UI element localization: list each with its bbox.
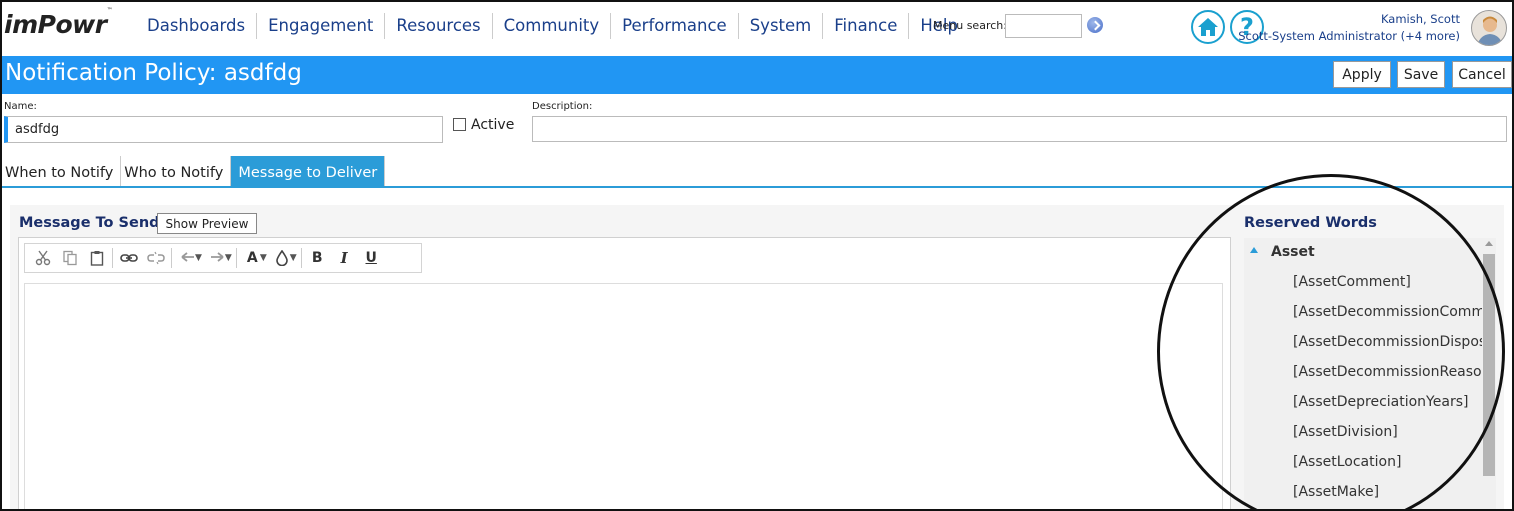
scroll-up-icon[interactable]	[1485, 241, 1493, 246]
apply-button[interactable]: Apply	[1333, 61, 1391, 88]
message-editor-body[interactable]	[24, 283, 1223, 509]
menu-search-input[interactable]	[1005, 14, 1082, 38]
top-navigation: imPowr™ Dashboards Engagement Resources …	[2, 2, 1512, 54]
message-section-title: Message To Send	[19, 215, 160, 231]
nav-finance[interactable]: Finance	[822, 13, 908, 39]
app-logo[interactable]: imPowr™	[4, 6, 113, 39]
redo-dropdown-icon[interactable]: ▼	[225, 253, 232, 263]
screen-frame: imPowr™ Dashboards Engagement Resources …	[0, 0, 1514, 511]
user-role[interactable]: Scott-System Administrator (+4 more)	[1238, 29, 1460, 43]
paste-icon[interactable]	[83, 246, 110, 270]
undo-dropdown-icon[interactable]: ▼	[195, 253, 202, 263]
tab-bar: When to Notify Who to Notify Message to …	[2, 156, 386, 186]
logo-text: imPowr	[4, 10, 107, 39]
italic-icon[interactable]: I	[331, 246, 358, 270]
nav-community[interactable]: Community	[491, 13, 611, 39]
avatar-glyph	[1477, 16, 1503, 45]
show-preview-button[interactable]: Show Preview	[157, 213, 257, 234]
description-label: Description:	[532, 101, 593, 112]
font-color-dropdown-icon[interactable]: ▼	[260, 253, 267, 263]
editor-toolbar: ▼ ▼ A ▼ ▼ B I U	[24, 243, 422, 273]
cut-icon[interactable]	[29, 246, 56, 270]
nav-resources[interactable]: Resources	[384, 13, 491, 39]
link-icon[interactable]	[115, 246, 142, 270]
page-header: Notification Policy: asdfdg Apply Save C…	[2, 56, 1512, 94]
toolbar-separator	[235, 248, 237, 268]
toolbar-separator	[112, 248, 113, 268]
description-input[interactable]	[532, 116, 1507, 142]
home-icon[interactable]	[1191, 10, 1225, 44]
logo-trademark: ™	[106, 6, 113, 14]
underline-icon[interactable]: U	[358, 246, 385, 270]
unlink-icon[interactable]	[142, 246, 169, 270]
toolbar-separator	[300, 248, 302, 268]
user-name[interactable]: Kamish, Scott	[1381, 12, 1460, 26]
nav-dashboards[interactable]: Dashboards	[136, 13, 256, 39]
toolbar-separator	[171, 248, 172, 268]
background-color-dropdown-icon[interactable]: ▼	[290, 253, 297, 263]
annotation-circle	[1157, 174, 1505, 509]
tab-when-to-notify[interactable]: When to Notify	[2, 156, 122, 186]
bold-icon[interactable]: B	[304, 246, 331, 270]
nav-engagement[interactable]: Engagement	[256, 13, 384, 39]
avatar[interactable]	[1471, 10, 1507, 46]
go-arrow-icon[interactable]	[1087, 17, 1103, 33]
name-label: Name:	[4, 101, 37, 112]
menu-search-label: Menu search:	[933, 19, 1007, 32]
name-input[interactable]: asdfdg	[4, 116, 443, 143]
nav-system[interactable]: System	[737, 13, 823, 39]
nav-performance[interactable]: Performance	[610, 13, 738, 39]
tab-message-to-deliver[interactable]: Message to Deliver	[231, 156, 386, 186]
active-label[interactable]: Active	[471, 117, 514, 133]
main-menu: Dashboards Engagement Resources Communit…	[136, 12, 969, 40]
copy-icon[interactable]	[56, 246, 83, 270]
cancel-button[interactable]: Cancel	[1452, 61, 1512, 88]
tab-who-to-notify[interactable]: Who to Notify	[121, 156, 232, 186]
page-title: Notification Policy: asdfdg	[5, 60, 302, 86]
home-glyph	[1198, 18, 1218, 36]
save-button[interactable]: Save	[1397, 61, 1445, 88]
active-checkbox[interactable]	[453, 118, 466, 131]
